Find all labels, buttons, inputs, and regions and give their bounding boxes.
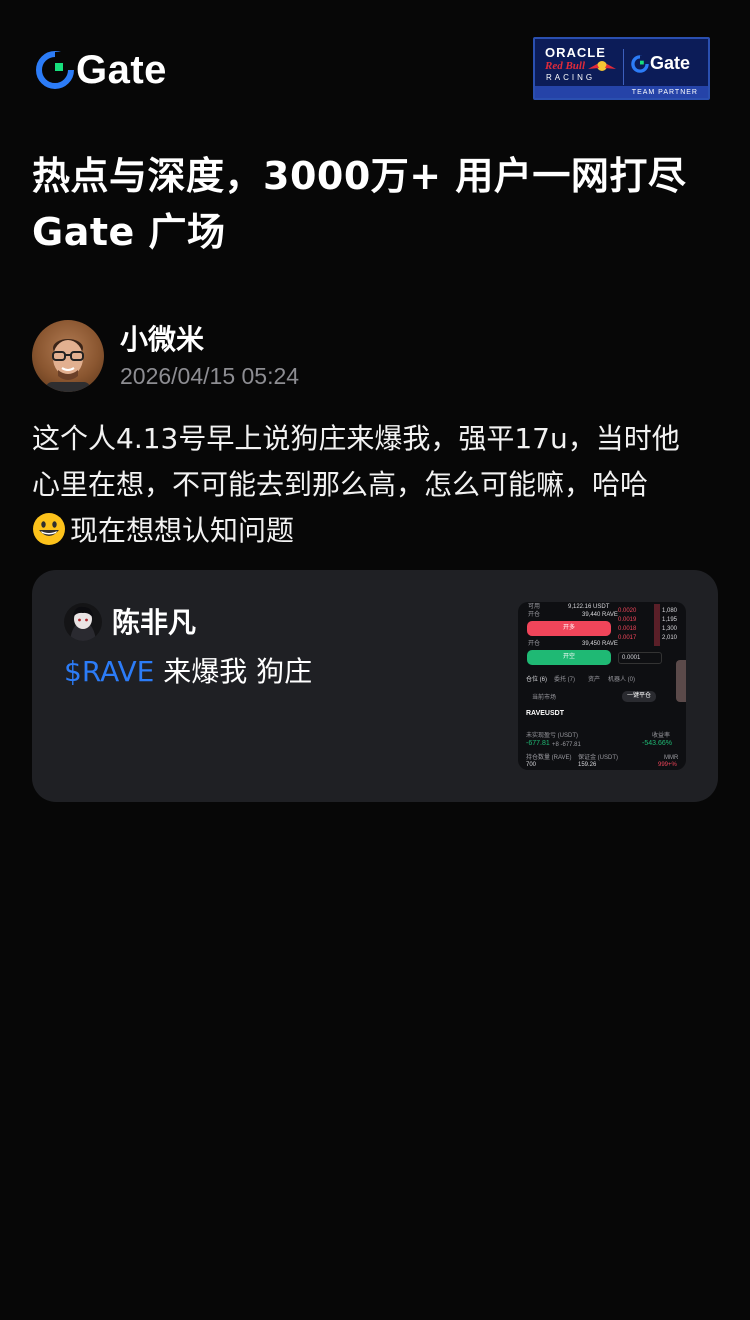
team-partner-bar: TEAM PARTNER <box>535 86 708 98</box>
thumb-avail-value: 9,122.16 USDT <box>568 604 610 610</box>
thumb-depth-bar <box>654 604 660 646</box>
quoted-post-body: 来爆我 狗庄 <box>154 655 313 688</box>
post-timestamp: 2026/04/15 05:24 <box>120 363 300 389</box>
partner-gate-logo: Gate <box>631 53 690 74</box>
ticker-link[interactable]: $RAVE <box>64 655 154 688</box>
thumb-tab-assets: 资产 <box>588 677 601 683</box>
thumb-order-price: 0.0001 <box>622 655 641 661</box>
thumb-tab-positions: 仓位 (6) <box>526 677 548 683</box>
thumb-book-size-3: 1,300 <box>662 626 678 632</box>
thumb-margin-value: 159.26 <box>578 762 597 768</box>
thumb-book-price-3: 0.0018 <box>618 626 637 632</box>
thumb-close-all: 一键平仓 <box>622 691 656 702</box>
post-body-line-1: 这个人4.13号早上说狗庄来爆我，强平17u，当时他 <box>32 422 680 455</box>
thumb-tab-bots: 机器人 (0) <box>608 677 636 683</box>
thumb-short-button: 开空 <box>527 650 611 665</box>
thumb-book-price-4: 0.0017 <box>618 635 637 641</box>
quoted-avatar-portrait-icon <box>70 606 96 641</box>
thumb-side-handle <box>676 660 686 702</box>
thumb-book-size-4: 2,010 <box>662 635 678 641</box>
post-detail-page: Gate ORACLE Red Bull RACING Gate TEAM PA… <box>0 0 750 1320</box>
thumb-roe-label: 收益率 <box>652 733 671 739</box>
quoted-post-card[interactable]: 陈非凡 $RAVE 来爆我 狗庄 可用 9,122.16 USDT 开仓 39,… <box>32 570 718 802</box>
red-bull-icon <box>588 61 616 71</box>
thumb-open-label-2: 开仓 <box>528 641 541 647</box>
headline-line-2: Gate 广场 <box>32 210 226 254</box>
post-body-line-3-wrap: 现在想想认知问题 <box>32 508 722 554</box>
thumb-book-price-2: 0.0019 <box>618 617 637 623</box>
thumb-book-size-2: 1,195 <box>662 617 678 623</box>
thumb-size-value: 700 <box>526 762 537 768</box>
thumb-book-price-1: 0.0020 <box>618 608 637 614</box>
gate-mini-icon <box>631 54 649 73</box>
quoted-author-name[interactable]: 陈非凡 <box>112 604 196 642</box>
thumb-symbol: RAVEUSDT <box>526 710 564 717</box>
thumb-long-button: 开多 <box>527 621 611 636</box>
author-name[interactable]: 小微米 <box>120 322 204 358</box>
grinning-face-icon <box>33 513 65 545</box>
thumb-book-size-1: 1,080 <box>662 608 678 614</box>
post-body-line-3: 现在想想认知问题 <box>70 514 295 547</box>
gate-logo-icon <box>36 51 74 89</box>
quoted-post-text: $RAVE 来爆我 狗庄 <box>64 652 312 692</box>
brand-name: Gate <box>76 48 167 92</box>
headline-line-1: 热点与深度，3000万+ 用户一网打尽 <box>32 154 687 198</box>
thumb-open-label: 开仓 <box>528 612 541 618</box>
thumb-pnl-label: 未实现盈亏 (USDT) <box>526 733 578 739</box>
partner-brand-name: Gate <box>650 53 691 73</box>
team-partner-label: TEAM PARTNER <box>631 88 698 96</box>
redbull-wordmark: Red Bull <box>545 60 586 72</box>
quoted-image-thumbnail[interactable]: 可用 9,122.16 USDT 开仓 39,440 RAVE 开多 开仓 39… <box>518 602 686 770</box>
thumb-avail-label: 可用 <box>528 604 541 610</box>
thumb-tab-orders: 委托 (7) <box>554 677 576 683</box>
thumb-pnl-sub: +8 -677.81 <box>552 742 581 748</box>
quoted-author-avatar[interactable] <box>64 603 102 641</box>
post-body: 这个人4.13号早上说狗庄来爆我，强平17u，当时他 心里在想，不可能去到那么高… <box>32 416 722 554</box>
team-partner-badge[interactable]: ORACLE Red Bull RACING Gate TEAM PARTNER <box>533 37 710 100</box>
thumb-hide-other: 当前市场 <box>532 695 557 701</box>
gate-logo[interactable]: Gate <box>36 50 167 90</box>
thumb-open-value: 39,440 RAVE <box>582 612 618 618</box>
oracle-wordmark: ORACLE <box>545 45 606 60</box>
author-avatar[interactable] <box>32 320 104 392</box>
thumb-pnl-value: -677.81 <box>526 740 550 747</box>
thumb-open-value-2: 39,450 RAVE <box>582 641 618 647</box>
thumb-mmr-value: 999+% <box>658 762 677 768</box>
author-portrait-icon <box>46 339 90 392</box>
post-body-line-2: 心里在想，不可能去到那么高，怎么可能嘛，哈哈 <box>32 468 649 501</box>
badge-divider <box>623 49 624 85</box>
page-headline: 热点与深度，3000万+ 用户一网打尽 Gate 广场 <box>32 148 722 260</box>
racing-wordmark: RACING <box>546 73 596 82</box>
thumb-roe-value: -543.66% <box>642 740 672 747</box>
